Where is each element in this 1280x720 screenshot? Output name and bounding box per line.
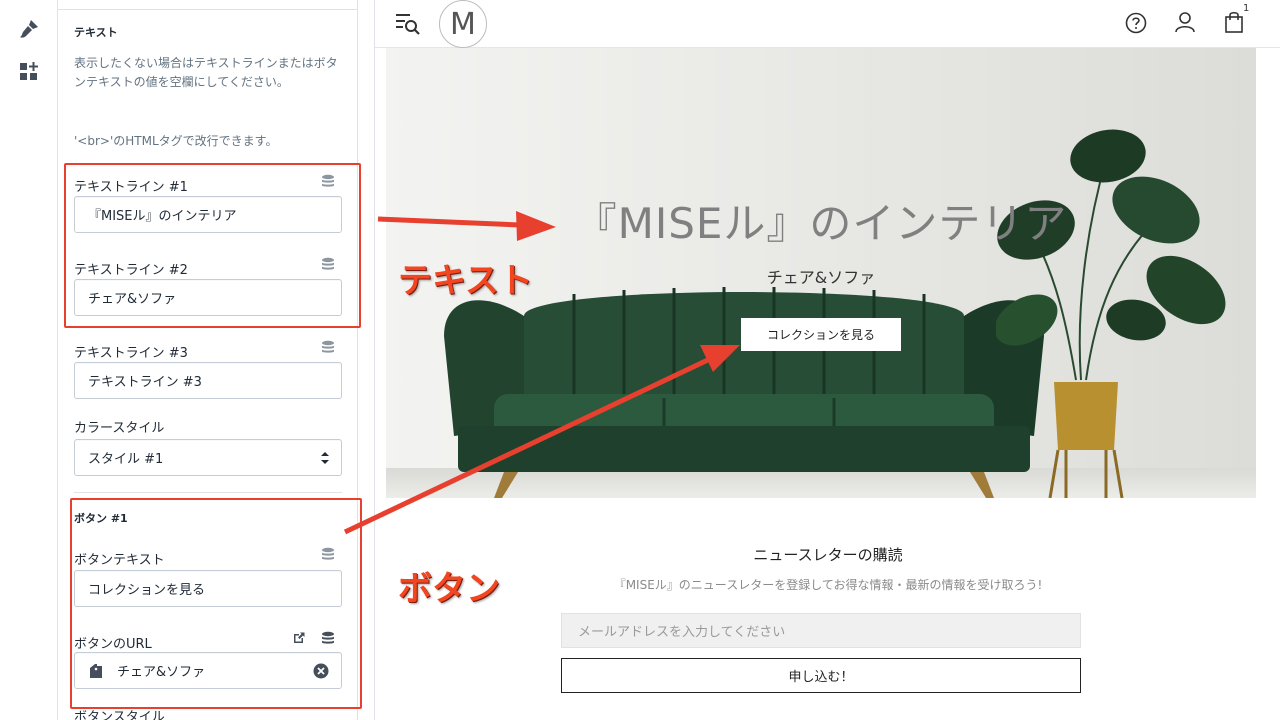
text-line-3-input[interactable]: テキストライン #3 [74, 362, 342, 399]
help-text: 表示したくない場合はテキストラインまたはボタンテキストの値を空欄にしてください。 [74, 56, 338, 89]
color-style-value: スタイル #1 [88, 452, 164, 467]
text-highlight-box [64, 163, 361, 328]
store-header: M 1 [375, 0, 1280, 48]
subscribe-button[interactable]: 申し込む！ [561, 658, 1081, 693]
br-note: '<br>'のHTMLタグで改行できます。 [74, 134, 278, 148]
menu-search-icon[interactable] [395, 11, 421, 37]
color-style-select[interactable]: スタイル #1 [74, 439, 342, 476]
newsletter-description: 『MISEル』のニュースレターを登録してお得な情報・最新の情報を受け取ろう! [613, 578, 1043, 592]
section-divider [74, 492, 342, 493]
cart-count: 1 [1243, 3, 1250, 14]
plant-image [996, 129, 1226, 498]
annotation-button-label: ボタン [398, 569, 500, 609]
button-highlight-box [70, 498, 362, 709]
account-icon[interactable] [1174, 11, 1196, 33]
color-style-label: カラースタイル [74, 421, 165, 436]
panel-divider [58, 9, 357, 10]
help-icon[interactable] [1125, 12, 1147, 34]
add-section-icon[interactable] [16, 59, 42, 85]
hero-title: 『MISEル』のインテリア [574, 199, 1068, 248]
select-arrows-icon [321, 452, 329, 464]
newsletter-title: ニュースレターの購読 [753, 546, 903, 564]
annotation-text-label: テキスト [398, 261, 533, 301]
email-input[interactable]: メールアドレスを入力してください [561, 613, 1081, 648]
store-preview: M 1 『MISEル』のインテリア チェア&ソファ コレクションを見る ニュース… [374, 0, 1280, 720]
cart-icon[interactable] [1223, 11, 1245, 33]
theme-brush-icon[interactable] [16, 16, 42, 42]
sofa-image [444, 287, 1044, 498]
hero-collection-button[interactable]: コレクションを見る [741, 318, 901, 351]
store-logo[interactable]: M [439, 0, 487, 48]
sidebar-rail [0, 0, 58, 720]
section-heading-text: テキスト [74, 26, 118, 39]
dynamic-source-icon[interactable] [321, 340, 335, 354]
text-line-3-label: テキストライン #3 [74, 346, 188, 361]
